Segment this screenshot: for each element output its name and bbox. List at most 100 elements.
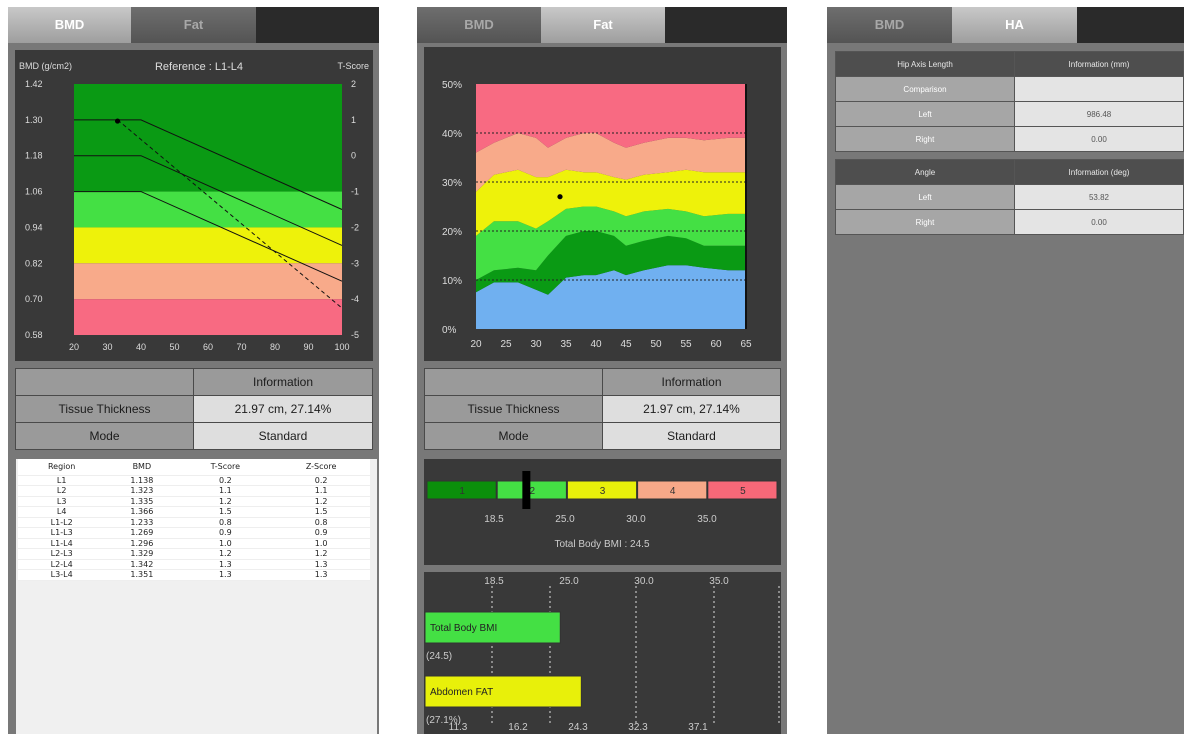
bmd-info-table: Information Tissue Thickness 21.97 cm, 2… xyxy=(15,368,373,450)
table-row[interactable]: L1-L3 1.269 0.9 0.9 xyxy=(18,527,370,539)
table-row[interactable]: L2-L3 1.329 1.2 1.2 xyxy=(18,548,370,560)
x-tick-label: 30 xyxy=(102,342,112,352)
bar-label: Abdomen FAT xyxy=(430,687,493,698)
x-tick-label: 25 xyxy=(500,339,512,350)
tab-bmd[interactable]: BMD xyxy=(417,7,541,43)
bmd-cell: 1.351 xyxy=(105,569,179,581)
y2-tick-label: 2 xyxy=(351,79,356,89)
y-tick-label: 20% xyxy=(442,227,462,238)
y-tick-label: 0.70 xyxy=(25,294,43,304)
bmi-caption: Total Body BMI : 24.5 xyxy=(554,539,649,550)
tab-bmd[interactable]: BMD xyxy=(8,7,131,43)
bmi-segment-label: 4 xyxy=(670,486,676,497)
info-header: Information xyxy=(602,368,781,396)
bmi-segment-label: 1 xyxy=(459,486,465,497)
length-info-header: Information (mm) xyxy=(1014,51,1184,77)
table-row[interactable]: L2-L4 1.342 1.3 1.3 xyxy=(18,559,370,570)
bar-value-label: (24.5) xyxy=(426,651,452,662)
angle-table: Angle Information (deg) Left 53.82 Right… xyxy=(835,159,1184,235)
tissue-thickness-label: Tissue Thickness xyxy=(15,395,194,423)
zscore-cell: 1.3 xyxy=(272,559,370,570)
table-row[interactable]: L1-L2 1.233 0.8 0.8 xyxy=(18,517,370,528)
tscore-cell: 1.3 xyxy=(178,569,273,581)
bmd-chart-title: Reference : L1-L4 xyxy=(155,61,243,73)
bmd-cell: 1.329 xyxy=(105,548,179,560)
tscore-header: T-Score xyxy=(178,459,273,476)
bmi-segment-label: 2 xyxy=(530,486,536,497)
bmd-cell: 1.335 xyxy=(105,496,179,507)
tscore-cell: 0.8 xyxy=(178,517,273,528)
ha-panel: BMD HA Hip Axis Length Information (mm) … xyxy=(827,7,1184,734)
zscore-cell: 1.0 xyxy=(272,538,370,549)
x-tick-label: 80 xyxy=(270,342,280,352)
region-table-container[interactable]: Region BMD T-Score Z-Score L1 1.138 0.2 0.2… xyxy=(16,459,377,734)
patient-point xyxy=(114,118,121,124)
x-tick-label: 40 xyxy=(590,339,602,350)
zscore-cell: 1.1 xyxy=(272,485,370,497)
right-length-value: 0.00 xyxy=(1014,126,1184,152)
tissue-thickness-value: 21.97 cm, 27.14% xyxy=(602,395,781,423)
tab-fat[interactable]: Fat xyxy=(131,7,256,43)
region-cell: L1-L2 xyxy=(18,517,106,528)
zscore-cell: 0.8 xyxy=(272,517,370,528)
region-header: Region xyxy=(18,459,106,476)
y-tick-label: 30% xyxy=(442,178,462,189)
tscore-cell: 1.0 xyxy=(178,538,273,549)
table-row[interactable]: L3-L4 1.351 1.3 1.3 xyxy=(18,569,370,581)
bmd-cell: 1.323 xyxy=(105,485,179,497)
tab-bmd[interactable]: BMD xyxy=(827,7,952,43)
tab-fat[interactable]: Fat xyxy=(541,7,665,43)
zscore-cell: 1.3 xyxy=(272,569,370,581)
y2-tick-label: -2 xyxy=(351,222,359,232)
bottom-tick-label: 32.3 xyxy=(628,722,648,733)
bmi-tick-label: 18.5 xyxy=(484,514,504,525)
tab-bar: BMD Fat xyxy=(8,7,379,43)
y-tick-label: 50% xyxy=(442,80,462,91)
x-tick-label: 35 xyxy=(560,339,572,350)
left-angle-value: 53.82 xyxy=(1014,184,1184,210)
bmd-reference-chart: BMD (g/cm2) Reference : L1-L4 T-Score 1.… xyxy=(19,61,369,352)
table-row[interactable]: L4 1.366 1.5 1.5 xyxy=(18,506,370,518)
right-length-label: Right xyxy=(835,126,1015,152)
table-row[interactable]: L2 1.323 1.1 1.1 xyxy=(18,485,370,497)
table-row[interactable]: L1 1.138 0.2 0.2 xyxy=(18,475,370,486)
mode-label: Mode xyxy=(424,422,603,450)
fat-chart-area: 50% 40% 30% 20% 10% 0% 20 25 30 35 40 45 50 55 60 65 xyxy=(424,47,781,361)
left-length-value: 986.48 xyxy=(1014,101,1184,127)
y-tick-label: 0.94 xyxy=(25,222,43,232)
x-tick-label: 20 xyxy=(69,342,79,352)
bmi-segment-label: 3 xyxy=(600,486,606,497)
x-tick-label: 45 xyxy=(620,339,632,350)
bottom-tick-label: 37.1 xyxy=(688,722,708,733)
table-row[interactable]: L3 1.335 1.2 1.2 xyxy=(18,496,370,507)
reference-band xyxy=(74,263,342,300)
y2-tick-label: -1 xyxy=(351,187,359,197)
bmd-cell: 1.233 xyxy=(105,517,179,528)
comparison-label: Comparison xyxy=(835,76,1015,102)
y-tick-label: 10% xyxy=(442,276,462,287)
angle-info-header: Information (deg) xyxy=(1014,159,1184,185)
y-tick-label: 1.18 xyxy=(25,151,43,161)
zscore-cell: 0.2 xyxy=(272,475,370,486)
hip-axis-length-header: Hip Axis Length xyxy=(835,51,1015,77)
region-cell: L2-L4 xyxy=(18,559,106,570)
tscore-cell: 1.1 xyxy=(178,485,273,497)
bmi-tick-label: 25.0 xyxy=(555,514,575,525)
bmd-y-axis-label: BMD (g/cm2) xyxy=(19,61,72,71)
reference-band xyxy=(74,227,342,264)
bmd-cell: 1.342 xyxy=(105,559,179,570)
y-tick-label: 1.42 xyxy=(25,79,43,89)
bmi-fat-bar-chart: 18.5 25.0 30.0 35.011.3 16.2 24.3 32.3 37.1 Tot… xyxy=(424,576,780,733)
bmi-scale-box: 1 2 3 4 5 18.5 25.0 30.0 35.0 Total Body BMI : … xyxy=(424,459,781,565)
tissue-thickness-label: Tissue Thickness xyxy=(424,395,603,423)
tab-ha[interactable]: HA xyxy=(952,7,1077,43)
patient-point xyxy=(557,194,563,200)
region-cell: L1-L3 xyxy=(18,527,106,539)
fat-info-table: Information Tissue Thickness 21.97 cm, 2… xyxy=(424,368,781,450)
region-cell: L3 xyxy=(18,496,106,507)
table-row[interactable]: L1-L4 1.296 1.0 1.0 xyxy=(18,538,370,549)
top-tick-label: 18.5 xyxy=(484,576,504,587)
tscore-axis-label: T-Score xyxy=(337,61,369,71)
hip-axis-length-table: Hip Axis Length Information (mm) Compari… xyxy=(835,51,1184,152)
y2-tick-label: -5 xyxy=(351,330,359,340)
